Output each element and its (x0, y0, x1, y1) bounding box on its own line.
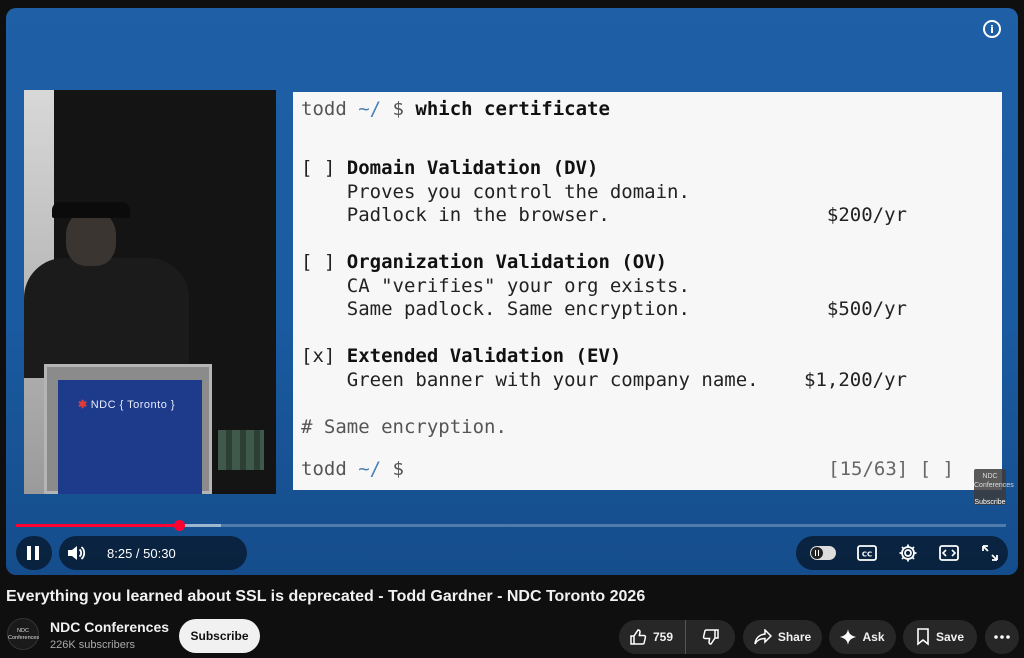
subscribe-button[interactable]: Subscribe (179, 619, 260, 653)
more-horizontal-icon (994, 635, 1010, 639)
fullscreen-icon[interactable] (973, 536, 1007, 570)
video-player[interactable]: i ✱ NDC { Toronto } todd ~/ $ which certi… (6, 8, 1018, 575)
played-bar (16, 524, 180, 527)
thumbs-up-icon (630, 629, 647, 645)
subscriber-count: 226K subscribers (50, 639, 135, 651)
terminal-slide: todd ~/ $ which certificate [ ] Domain V… (293, 92, 1002, 490)
option-desc-dv-2: Padlock in the browser. $200/yr (346, 204, 907, 226)
time-display: 8:25 / 50:30 (107, 545, 176, 561)
settings-gear-icon[interactable] (891, 536, 925, 570)
share-icon (754, 629, 772, 645)
progress-bar[interactable] (16, 520, 1006, 531)
subscribe-watermark[interactable]: NDC Conferences Subscribe (974, 469, 1014, 506)
ask-label: Ask (862, 630, 885, 644)
speaker-torso (24, 258, 189, 378)
price-dv: $200/yr (826, 204, 907, 226)
svg-text:CC: CC (862, 551, 872, 559)
ask-button[interactable]: Ask (829, 620, 896, 654)
option-desc-ov-1: CA "verifies" your org exists. (346, 274, 690, 297)
command-text: which certificate (415, 98, 610, 120)
final-prompt: todd ~/ $ (301, 457, 404, 480)
scrubber-handle[interactable] (174, 520, 186, 531)
pause-icon[interactable] (16, 536, 50, 570)
price-ov: $500/yr (826, 298, 907, 320)
option-title-dv: [ ] Domain Validation (DV) (301, 157, 599, 179)
save-label: Save (935, 630, 965, 644)
bookmark-icon (917, 628, 929, 646)
podium-logo: ✱ NDC { Toronto } (78, 399, 176, 411)
share-label: Share (777, 630, 812, 644)
captions-icon[interactable]: CC (850, 536, 884, 570)
price-ev: $1,200/yr (804, 368, 907, 391)
like-button[interactable]: 759 (619, 620, 687, 654)
option-desc-ev-1: Green banner with your company name. $1,2… (346, 368, 907, 391)
like-dislike-group: 759 (619, 620, 735, 654)
miniplayer-icon[interactable] (932, 536, 966, 570)
save-button[interactable]: Save (903, 620, 977, 654)
sparkle-icon (840, 629, 857, 645)
books (218, 430, 264, 470)
option-title-ov: [ ] Organization Validation (OV) (301, 251, 668, 273)
speaker-camera-feed: ✱ NDC { Toronto } (24, 90, 276, 494)
speaker-head (66, 210, 116, 266)
option-title-ev: [x] Extended Validation (EV) (301, 345, 622, 367)
channel-name[interactable]: NDC Conferences (50, 619, 169, 635)
slide-counter: [15/63] [ ] (828, 457, 954, 480)
prompt: todd ~/ $ (301, 98, 416, 120)
comment-line: # Same encryption. (301, 415, 507, 438)
right-controls-pill: CC (796, 536, 1008, 570)
volume-icon[interactable] (59, 536, 93, 570)
dislike-button[interactable] (686, 620, 735, 654)
share-button[interactable]: Share (743, 620, 822, 654)
option-desc-dv-1: Proves you control the domain. (346, 180, 690, 203)
volume-time-pill: 8:25 / 50:30 (59, 536, 247, 570)
info-icon[interactable]: i (983, 20, 1001, 38)
more-actions-button[interactable] (985, 620, 1019, 654)
command-line: todd ~/ $ which certificate (301, 98, 1002, 122)
video-title: Everything you learned about SSL is depr… (6, 588, 646, 605)
like-count: 759 (653, 630, 674, 644)
channel-avatar[interactable]: NDC Conferences (7, 618, 39, 650)
autoplay-toggle[interactable] (810, 546, 836, 560)
speaker-hat (52, 202, 130, 218)
option-desc-ov-2: Same padlock. Same encryption. $500/yr (346, 298, 907, 320)
play-pause-pill[interactable] (16, 536, 52, 570)
thumbs-down-icon (702, 629, 719, 645)
